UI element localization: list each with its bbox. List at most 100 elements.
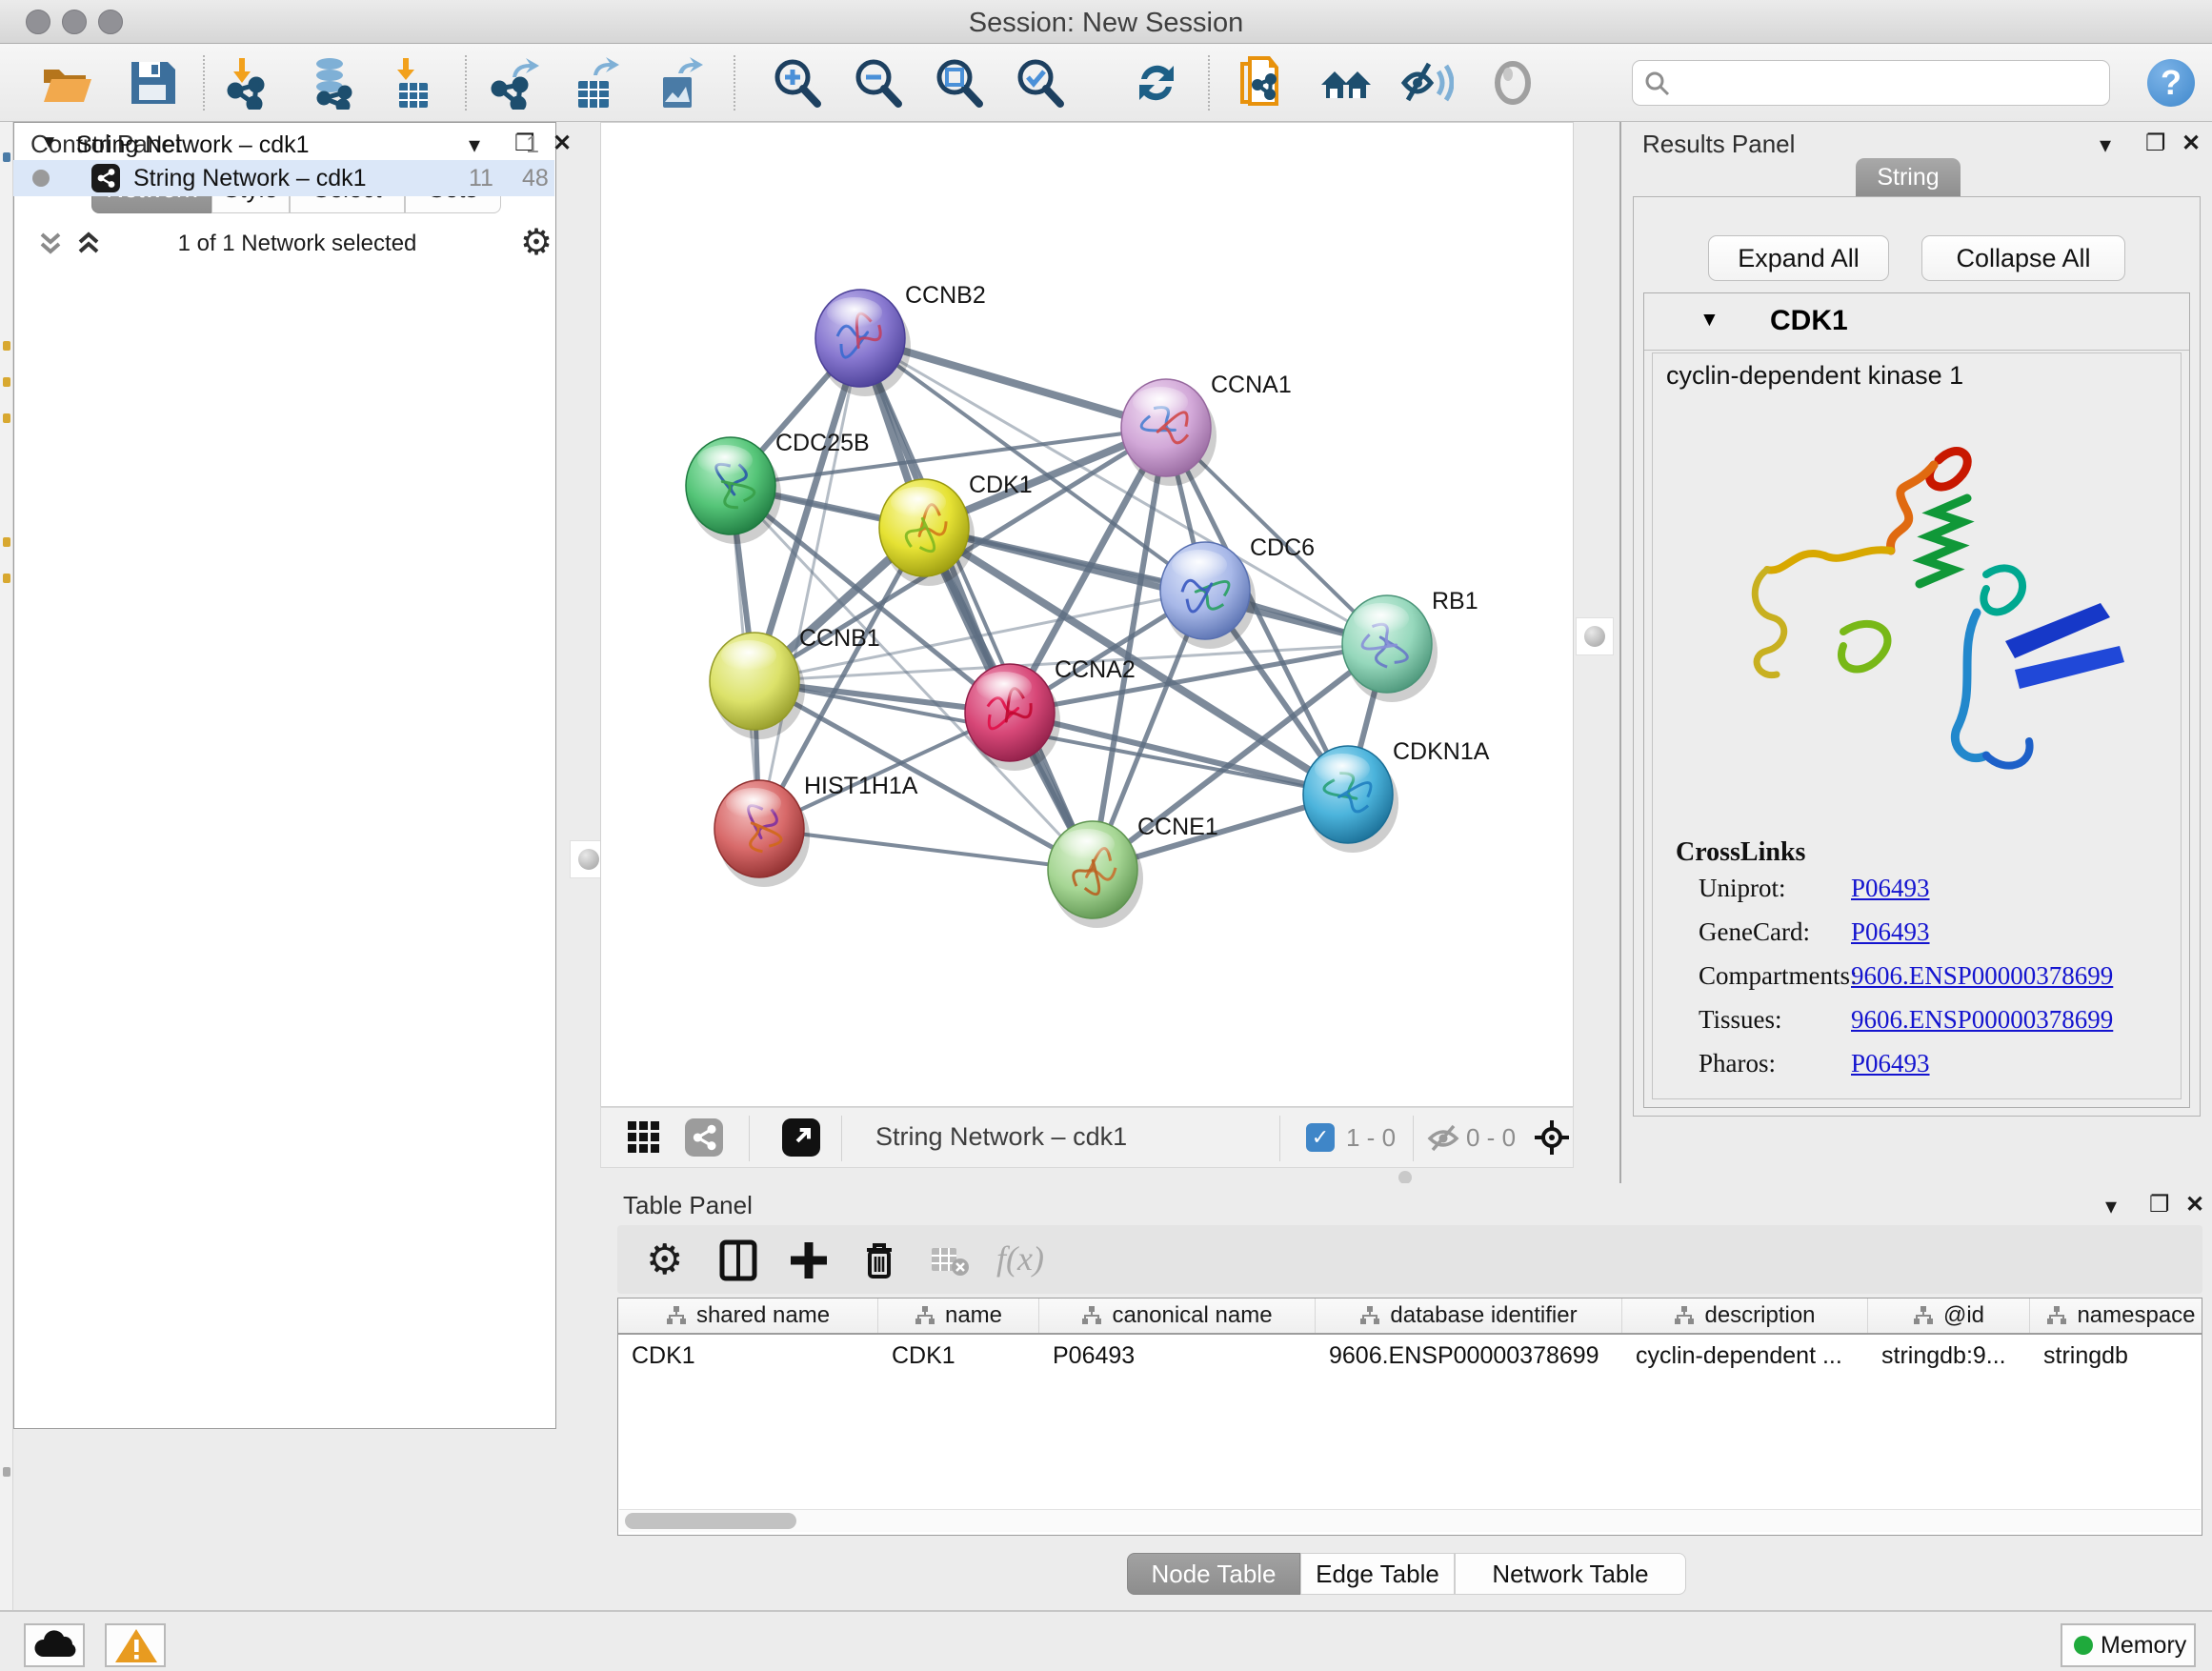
zoom-selected-icon[interactable] [1013,56,1066,110]
hscrollbar-thumb[interactable] [625,1513,796,1529]
crosslink-value-link[interactable]: 9606.ENSP00000378699 [1851,961,2113,991]
table-tabs: Node Table Edge Table Network Table [600,1553,2212,1599]
cell[interactable]: P06493 [1039,1337,1316,1375]
column-type-icon [915,1305,935,1326]
birdseye-view-icon[interactable] [1533,1118,1571,1161]
node-CCNE1[interactable]: CCNE1 [1048,814,1218,928]
network-row-selected[interactable]: String Network – cdk1 11 48 [13,160,554,196]
save-session-icon[interactable] [126,56,179,110]
cdk1-entry-header[interactable]: ▼ CDK1 [1644,293,2189,351]
gene-name: CDK1 [1770,305,1848,337]
column-header-database-identifier[interactable]: database identifier [1316,1299,1622,1333]
open-in-window-icon[interactable] [782,1118,820,1161]
maximize-panel-icon[interactable]: ❐ [2145,130,2166,157]
zoom-fit-icon[interactable] [932,56,985,110]
crosslink-value-link[interactable]: 9606.ENSP00000378699 [1851,1005,2113,1035]
select-columns-icon[interactable] [716,1238,760,1282]
table-panel-title: Table Panel [623,1191,753,1220]
string-network-graph[interactable]: CCNB2CCNA1CDC25BCDK1CDC6RB1CCNB1CCNA2CDK… [601,123,1573,1106]
grid-view-icon[interactable] [628,1121,662,1156]
network-collection-row[interactable]: ▼ String Network – cdk1 1 [13,128,554,164]
crosslink-label: Tissues: [1699,1005,1851,1035]
column-header-description[interactable]: description [1622,1299,1868,1333]
crosslink-value-link[interactable]: P06493 [1851,874,1930,903]
tab-node-table[interactable]: Node Table [1127,1553,1300,1595]
cell[interactable]: CDK1 [878,1337,1039,1375]
network-share-icon [91,164,120,199]
column-header-shared-name[interactable]: shared name [618,1299,878,1333]
float-panel-icon[interactable]: ▾ [2105,1193,2117,1220]
close-panel-icon[interactable]: ✕ [2185,1191,2204,1218]
add-column-icon[interactable] [787,1238,831,1282]
tab-string[interactable]: String [1856,158,1961,196]
edge-CDK1-RB1[interactable] [924,528,1387,644]
help-icon[interactable]: ? [2147,59,2195,107]
collection-count: 1 [526,131,539,159]
strip-mark [3,152,10,162]
table-hscrollbar[interactable] [619,1509,2201,1532]
crosslink-value-link[interactable]: P06493 [1851,917,1930,947]
import-table-icon[interactable] [386,56,439,110]
column-header-namespace[interactable]: namespace [2030,1299,2212,1333]
tab-edge-table[interactable]: Edge Table [1300,1553,1455,1595]
search-input[interactable] [1632,60,2110,106]
share-file-icon[interactable] [1235,56,1288,110]
node-RB1[interactable]: RB1 [1342,588,1478,702]
node-CDC6[interactable]: CDC6 [1160,534,1315,649]
cloud-button[interactable] [24,1623,85,1667]
zoom-in-icon[interactable] [770,56,823,110]
crosslink-value-link[interactable]: P06493 [1851,1049,1930,1078]
network-options-gear-icon[interactable]: ⚙ [520,221,553,264]
expand-all-button[interactable]: Expand All [1708,235,1889,281]
export-image-icon[interactable] [652,56,705,110]
cell[interactable]: CDK1 [618,1337,878,1375]
toolbar-separator [749,1116,750,1161]
delete-column-trash-icon[interactable] [857,1238,901,1282]
import-database-icon[interactable] [305,56,358,110]
horizontal-splitter-handle[interactable] [1398,1171,1412,1184]
zoom-out-icon[interactable] [851,56,904,110]
column-header-canonical-name[interactable]: canonical name [1039,1299,1316,1333]
cell[interactable]: 9606.ENSP00000378699 [1316,1337,1622,1375]
collapse-triangle-icon[interactable]: ▼ [40,132,58,153]
column-header--id[interactable]: @id [1868,1299,2030,1333]
collapse-all-button[interactable]: Collapse All [1921,235,2125,281]
table-row[interactable]: CDK1CDK1P064939606.ENSP00000378699cyclin… [618,1337,2202,1375]
network-canvas[interactable]: CCNB2CCNA1CDC25BCDK1CDC6RB1CCNB1CCNA2CDK… [600,122,1574,1107]
table-options-gear-icon[interactable]: ⚙ [646,1238,690,1282]
export-network-icon[interactable] [488,56,541,110]
close-panel-icon[interactable]: ✕ [553,130,572,157]
open-session-icon[interactable] [40,56,93,110]
delete-table-icon-disabled [928,1238,972,1282]
hidden-eye-icon[interactable] [1426,1121,1460,1160]
warning-button[interactable] [105,1623,166,1667]
import-network-icon[interactable] [222,56,275,110]
node-HIST1H1A[interactable]: HIST1H1A [714,773,918,887]
float-panel-icon[interactable]: ▾ [2100,131,2111,159]
maximize-panel-icon[interactable]: ❐ [2149,1191,2170,1218]
toolbar-separator [203,55,205,111]
tab-network-table[interactable]: Network Table [1455,1553,1686,1595]
node-CDKN1A[interactable]: CDKN1A [1303,738,1490,853]
selected-indicator-checkbox-icon[interactable]: ✓ [1306,1123,1335,1152]
node-table[interactable]: shared namenamecanonical namedatabase id… [617,1298,2202,1536]
node-CDK1[interactable]: CDK1 [879,472,1033,586]
memory-button[interactable]: Memory [2061,1623,2196,1667]
edge-CCNB2-HIST1H1A[interactable] [759,338,860,829]
column-header-name[interactable]: name [878,1299,1039,1333]
export-table-icon[interactable] [569,56,622,110]
selected-node-edge-counts: 1 - 0 [1346,1123,1396,1153]
crosslink-row: Uniprot:P06493 [1699,874,2175,917]
home-pages-icon[interactable] [1319,56,1373,110]
node-label-CCNB2: CCNB2 [905,282,986,309]
show-hide-icon[interactable] [1400,56,1454,110]
node-CCNB2[interactable]: CCNB2 [815,282,986,396]
close-panel-icon[interactable]: ✕ [2182,130,2201,157]
cell[interactable]: stringdb [2030,1337,2212,1375]
collapse-entry-triangle-icon[interactable]: ▼ [1699,309,1719,332]
cell[interactable]: cyclin-dependent ... [1622,1337,1868,1375]
refresh-icon[interactable] [1130,56,1183,110]
right-splitter-handle[interactable] [1576,617,1614,655]
cell[interactable]: stringdb:9... [1868,1337,2030,1375]
network-share-view-icon[interactable] [685,1118,723,1161]
